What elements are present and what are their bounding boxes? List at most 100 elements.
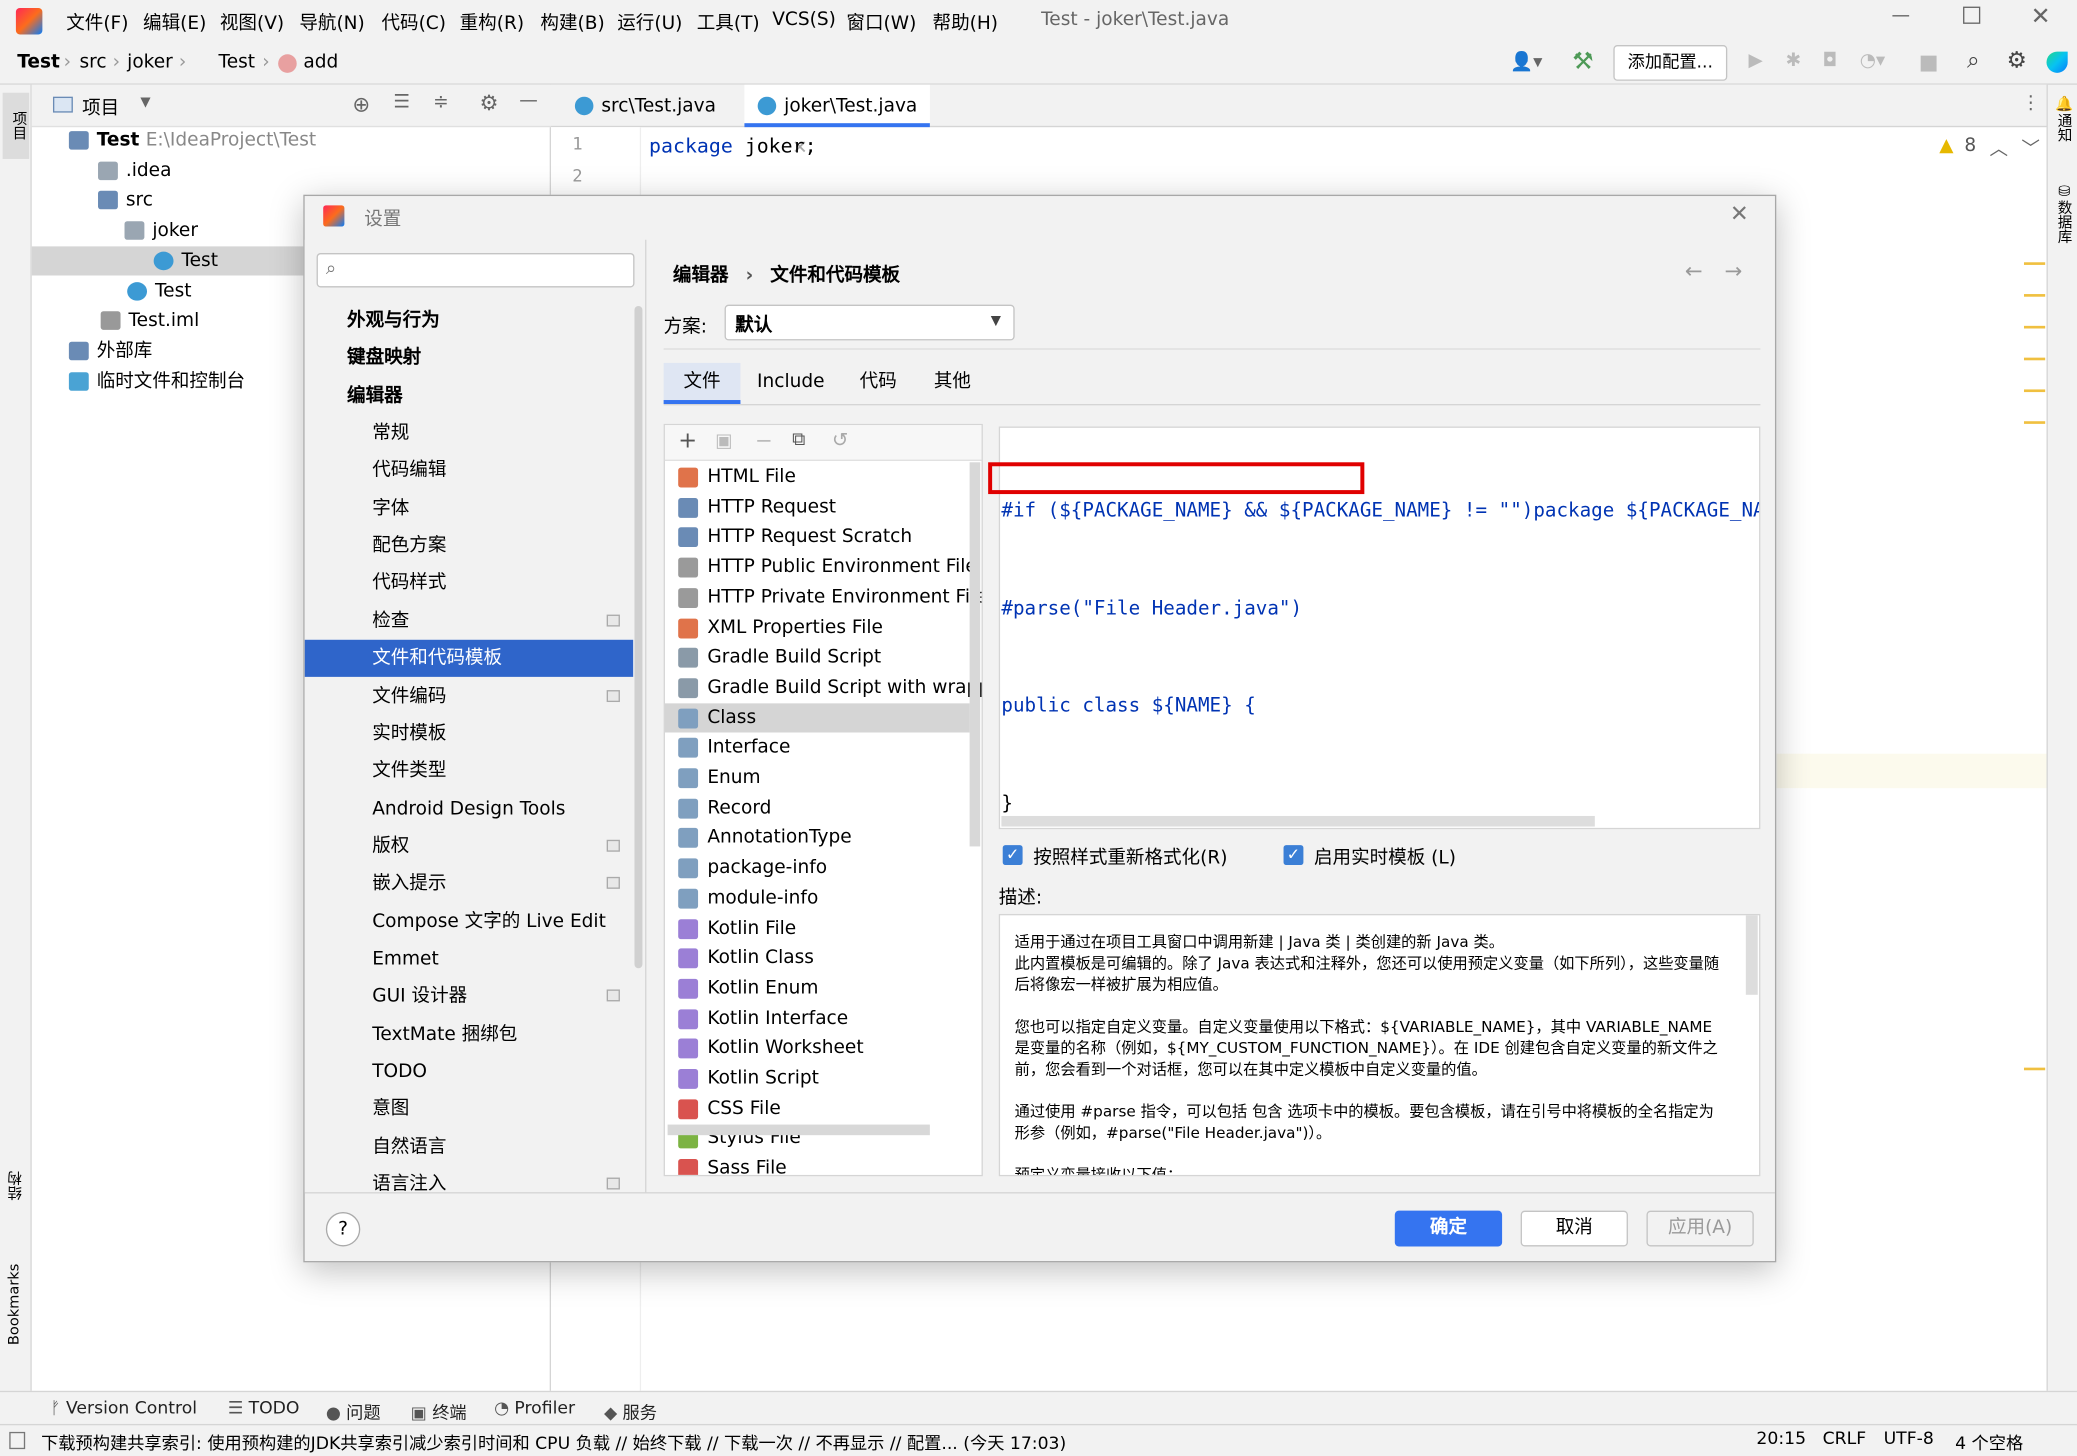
debug-icon[interactable]: ✱ xyxy=(1786,50,1802,71)
coverage-icon[interactable]: ◘ xyxy=(1823,50,1838,71)
minimize-button[interactable]: — xyxy=(1892,5,1911,26)
template-list-item[interactable]: Gradle Build Script xyxy=(665,643,970,673)
editor-tab-src-test[interactable]: src\Test.java ✕ xyxy=(562,85,745,159)
stop-icon[interactable] xyxy=(1920,55,1937,72)
remove-template-icon[interactable]: − xyxy=(755,428,773,453)
template-list-item[interactable]: HTTP Public Environment File xyxy=(665,552,977,582)
nav-scrollbar[interactable] xyxy=(634,305,643,969)
tab-0[interactable]: 文件 xyxy=(663,362,741,405)
tab-3[interactable]: 其他 xyxy=(915,363,989,404)
line-separator[interactable]: CRLF xyxy=(1823,1429,1867,1449)
user-icon[interactable]: 👤▾ xyxy=(1510,52,1542,73)
previous-highlight-icon[interactable]: ︿ xyxy=(1990,135,2009,161)
settings-nav-item[interactable]: 代码样式 xyxy=(305,565,634,602)
menu-1[interactable]: 编辑(E) xyxy=(143,9,206,35)
status-message[interactable]: 下载预构建共享索引: 使用预构建的JDK共享索引减少索引时间和 CPU 负载 /… xyxy=(41,1429,1066,1455)
settings-nav-item[interactable]: Android Design Tools xyxy=(305,790,634,827)
warning-stripe-mark[interactable] xyxy=(2023,294,2046,297)
scheme-dropdown[interactable]: 默认 ▼ xyxy=(724,304,1015,341)
settings-nav-item[interactable]: TODO xyxy=(305,1053,634,1090)
notifications-button[interactable]: 🔔通知 xyxy=(2053,95,2074,142)
warning-stripe-mark[interactable] xyxy=(2023,1067,2046,1071)
settings-nav-item[interactable]: 语言注入 xyxy=(305,1166,634,1193)
settings-nav-item[interactable]: 文件类型 xyxy=(305,753,634,790)
settings-nav-item[interactable]: GUI 设计器 xyxy=(305,978,634,1015)
template-list-item[interactable]: HTTP Private Environment File xyxy=(665,583,982,613)
project-tree-item[interactable]: Test E:\IdeaProject\Test xyxy=(32,126,551,155)
status-toggle-icon[interactable] xyxy=(9,1431,26,1450)
template-list-item[interactable]: CSS File xyxy=(665,1094,970,1124)
settings-nav-item[interactable]: 键盘映射 xyxy=(305,340,634,377)
menu-9[interactable]: VCS(S) xyxy=(772,9,836,30)
settings-nav-item[interactable]: 外观与行为 xyxy=(305,302,634,339)
breadcrumb-project[interactable]: Test xyxy=(17,52,60,73)
indent-setting[interactable]: 4 个空格 xyxy=(1955,1429,2023,1455)
menu-6[interactable]: 构建(B) xyxy=(540,9,604,35)
add-configuration-button[interactable]: 添加配置... xyxy=(1613,45,1728,81)
settings-nav-item[interactable]: 代码编辑 xyxy=(305,452,634,489)
reformat-label[interactable]: 按照样式重新格式化(R) xyxy=(1033,844,1227,870)
template-list-item[interactable]: Kotlin File xyxy=(665,913,970,943)
settings-search-input[interactable]: ⌕ xyxy=(316,252,635,288)
caret-position[interactable]: 20:15 xyxy=(1756,1429,1806,1449)
reset-template-icon[interactable]: ↺ xyxy=(832,428,849,452)
settings-nav-item[interactable]: 编辑器 xyxy=(305,377,634,414)
template-list-item[interactable]: Kotlin Worksheet xyxy=(665,1034,970,1064)
settings-nav-item[interactable]: 检查 xyxy=(305,602,634,639)
locate-icon[interactable]: ⊕ xyxy=(352,91,370,116)
add-child-template-icon[interactable]: ▣ xyxy=(715,430,733,451)
menu-2[interactable]: 视图(V) xyxy=(220,9,284,35)
menu-4[interactable]: 代码(C) xyxy=(381,9,446,35)
options-gear-icon[interactable]: ⚙ xyxy=(480,90,499,115)
file-encoding[interactable]: UTF-8 xyxy=(1884,1429,1934,1449)
warning-stripe-mark[interactable] xyxy=(2023,357,2046,361)
run-icon[interactable]: ▶ xyxy=(1748,50,1762,71)
hide-panel-icon[interactable]: — xyxy=(519,90,538,111)
template-list-item[interactable]: Interface xyxy=(665,733,970,763)
cancel-button[interactable]: 取消 xyxy=(1520,1210,1628,1247)
tool-problems[interactable]: ● 问题 xyxy=(326,1399,381,1424)
close-window-button[interactable]: ✕ xyxy=(2031,3,2051,31)
maximize-button[interactable] xyxy=(1963,6,1981,24)
settings-nav-item[interactable]: 文件编码 xyxy=(305,678,634,715)
settings-nav-item[interactable]: Compose 文字的 Live Edit xyxy=(305,903,634,940)
settings-nav-item[interactable]: 字体 xyxy=(305,490,634,527)
tool-todo[interactable]: ☰ TODO xyxy=(228,1399,300,1419)
tool-profiler[interactable]: ◔ Profiler xyxy=(494,1399,575,1419)
project-tree-item[interactable]: .idea xyxy=(32,156,551,185)
template-list-item[interactable]: HTTP Request xyxy=(665,492,970,522)
menu-5[interactable]: 重构(R) xyxy=(460,9,524,35)
template-list-item[interactable]: AnnotationType xyxy=(665,823,970,853)
list-horizontal-scrollbar[interactable] xyxy=(667,1124,930,1136)
bookmarks-tool-button[interactable]: Bookmarks xyxy=(5,1264,22,1345)
template-list-item[interactable]: Kotlin Interface xyxy=(665,1004,970,1034)
settings-nav-item[interactable]: 常规 xyxy=(305,415,634,452)
template-list-item[interactable]: Kotlin Script xyxy=(665,1064,970,1094)
ok-button[interactable]: 确定 xyxy=(1394,1210,1503,1247)
menu-10[interactable]: 窗口(W) xyxy=(846,9,916,35)
structure-tool-button[interactable]: 结构 xyxy=(5,1171,26,1200)
template-list-item[interactable]: HTTP Request Scratch xyxy=(665,522,970,552)
template-list-item[interactable]: Sass File xyxy=(665,1154,970,1175)
settings-nav-item[interactable]: 实时模板 xyxy=(305,715,634,752)
settings-gear-icon[interactable]: ⚙ xyxy=(2007,48,2027,74)
menu-3[interactable]: 导航(N) xyxy=(299,9,364,35)
more-options-icon[interactable]: ⋮ xyxy=(2021,93,2040,114)
settings-nav-item[interactable]: 自然语言 xyxy=(305,1128,634,1165)
back-arrow-icon[interactable]: ← xyxy=(1685,258,1703,283)
breadcrumb-method[interactable]: add xyxy=(303,52,338,73)
next-highlight-icon[interactable]: ﹀ xyxy=(2021,135,2040,161)
tab-2[interactable]: 代码 xyxy=(841,363,915,404)
settings-nav-item[interactable]: 配色方案 xyxy=(305,527,634,564)
settings-nav-item[interactable]: 意图 xyxy=(305,1091,634,1128)
profile-icon[interactable]: ◔▾ xyxy=(1860,50,1885,71)
template-list-item[interactable]: HTML File xyxy=(665,462,970,492)
breadcrumb-src[interactable]: src xyxy=(79,52,106,73)
template-list-item[interactable]: XML Properties File xyxy=(665,613,970,643)
code-horizontal-scrollbar[interactable] xyxy=(1001,815,1595,827)
settings-nav-item[interactable]: TextMate 捆绑包 xyxy=(305,1015,634,1052)
settings-nav-item[interactable]: 嵌入提示 xyxy=(305,865,634,902)
settings-nav-item[interactable]: 文件和代码模板 xyxy=(304,639,634,678)
help-button[interactable]: ? xyxy=(325,1212,361,1247)
template-list-item[interactable]: Class xyxy=(664,702,970,733)
